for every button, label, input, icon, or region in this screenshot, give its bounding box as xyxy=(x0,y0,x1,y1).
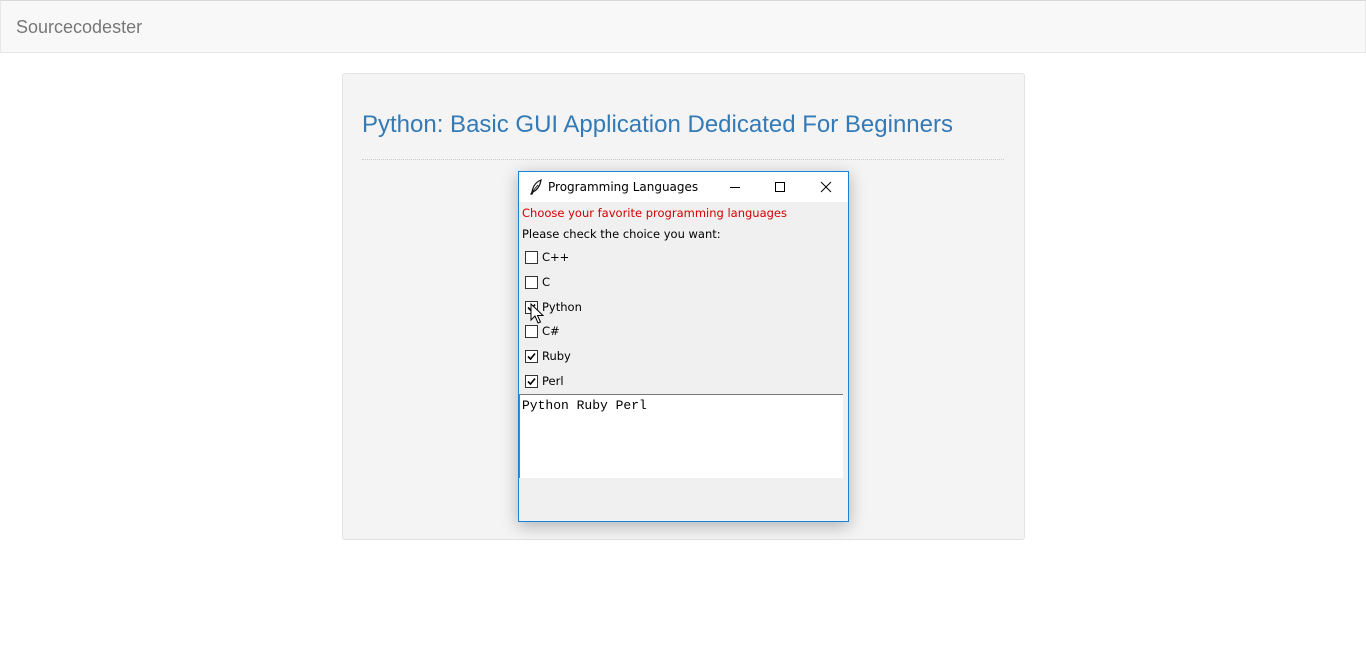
close-button[interactable] xyxy=(803,172,848,202)
tk-window: Programming Languages Choose your favori… xyxy=(518,171,849,522)
checkbox-perl[interactable]: Perl xyxy=(523,373,643,391)
window-title: Programming Languages xyxy=(548,180,699,194)
checkbox-label: C++ xyxy=(542,250,570,264)
window-titlebar[interactable]: Programming Languages xyxy=(519,172,848,202)
close-icon xyxy=(820,181,832,193)
checkbox-box[interactable] xyxy=(525,375,538,388)
brand-link[interactable]: Sourcecodester xyxy=(16,17,142,38)
checkbox-label: Perl xyxy=(542,374,564,388)
minimize-button[interactable] xyxy=(712,172,757,202)
title-divider xyxy=(362,159,1004,160)
checkbox-csharp[interactable]: C# xyxy=(523,323,643,341)
output-text: Python Ruby Perl xyxy=(522,398,647,413)
minimize-icon xyxy=(730,187,740,188)
maximize-button[interactable] xyxy=(757,172,802,202)
checkbox-cpp[interactable]: C++ xyxy=(523,249,643,267)
checkbox-label: Ruby xyxy=(542,349,571,363)
choose-heading-label: Choose your favorite programming languag… xyxy=(522,206,787,220)
feather-icon xyxy=(529,179,543,195)
checkbox-box[interactable] xyxy=(525,301,538,314)
instruction-label: Please check the choice you want: xyxy=(522,227,721,241)
checkmark-icon xyxy=(527,352,536,361)
checkbox-label: C xyxy=(542,275,551,289)
checkbox-box[interactable] xyxy=(525,350,538,363)
checkbox-box[interactable] xyxy=(525,325,538,338)
page-title: Python: Basic GUI Application Dedicated … xyxy=(362,111,953,138)
checkbox-box[interactable] xyxy=(525,276,538,289)
checkmark-icon xyxy=(527,377,536,386)
checkbox-label: C# xyxy=(542,324,560,338)
output-textbox[interactable]: Python Ruby Perl xyxy=(519,394,843,478)
checkmark-icon xyxy=(527,303,536,312)
checkbox-label: Python xyxy=(542,300,582,314)
maximize-icon xyxy=(775,182,785,192)
checkbox-ruby[interactable]: Ruby xyxy=(523,348,643,366)
checkbox-box[interactable] xyxy=(525,251,538,264)
checkbox-python[interactable]: Python xyxy=(523,299,643,317)
navbar: Sourcecodester xyxy=(0,0,1366,53)
checkbox-c[interactable]: C xyxy=(523,274,643,292)
